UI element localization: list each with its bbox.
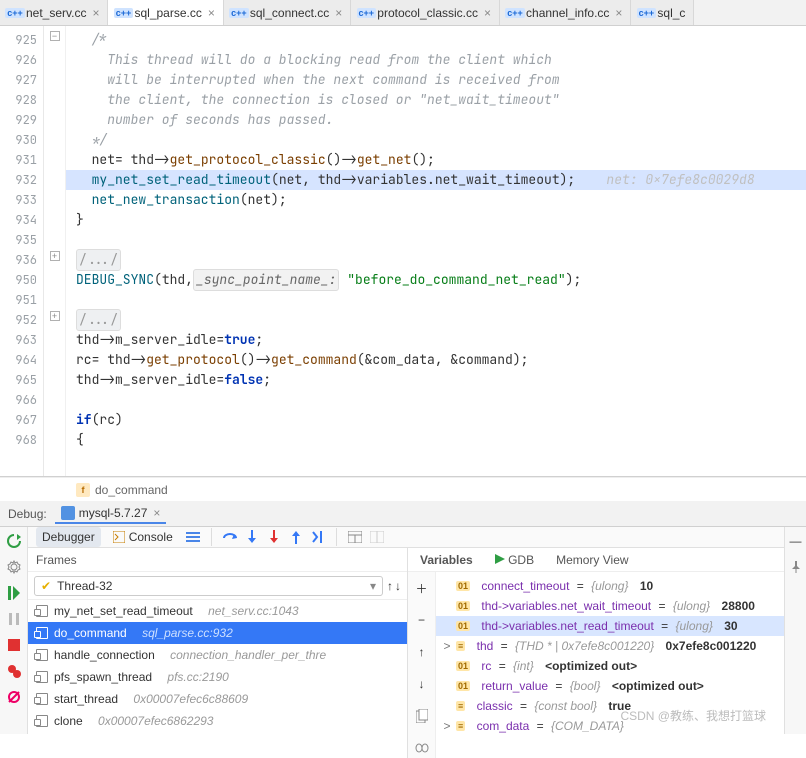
tab-memory-view[interactable]: Memory View <box>552 551 632 569</box>
frames-pane: Frames ✔ Thread-32 ▾ ↑ ↓ my_net_set_read… <box>28 548 408 758</box>
prev-frame-icon[interactable]: ↑ <box>387 576 393 596</box>
stack-frame[interactable]: start_thread 0x00007efec6c88609 <box>28 688 407 710</box>
tab-console[interactable]: Console <box>107 527 179 547</box>
fold-icon[interactable]: + <box>50 251 60 261</box>
copy-icon[interactable] <box>416 706 428 726</box>
fold-icon[interactable]: + <box>50 311 60 321</box>
pin-icon[interactable] <box>788 559 804 575</box>
tab-sql-c[interactable]: c++sql_c <box>631 0 694 25</box>
cpp-icon: c++ <box>229 8 249 18</box>
close-icon[interactable]: × <box>92 6 99 20</box>
tab-gdb[interactable]: GDB <box>491 551 538 569</box>
fold-icon[interactable]: − <box>50 31 60 41</box>
variable-list[interactable]: 01 connect_timeout = {ulong} 10 01 thd->… <box>436 572 784 758</box>
cpp-icon: c++ <box>637 8 657 18</box>
line-number-gutter: 9259269279289299309319329339349359369509… <box>0 26 44 476</box>
breadcrumb-item[interactable]: do_command <box>95 483 168 497</box>
close-icon[interactable]: × <box>615 6 622 20</box>
move-up-icon[interactable]: ↑ <box>419 642 425 662</box>
breadcrumb[interactable]: f do_command <box>0 477 806 501</box>
cpp-icon: c++ <box>357 8 377 18</box>
step-out-icon[interactable] <box>288 529 304 545</box>
threads-icon[interactable] <box>185 529 201 545</box>
frame-list[interactable]: my_net_set_read_timeout net_serv.cc:1043… <box>28 600 407 758</box>
inline-hint: net: 0x7efe8c0029d8 <box>606 170 754 190</box>
run-config-icon <box>61 506 75 520</box>
next-frame-icon[interactable]: ↓ <box>395 576 401 596</box>
tab-channel-info[interactable]: c++channel_info.cc× <box>500 0 631 25</box>
stack-frame[interactable]: handle_connection connection_handler_per… <box>28 644 407 666</box>
debug-toolwindow-header: Debug: mysql-5.7.27 × <box>0 501 806 527</box>
variable-row[interactable]: >≡ thd = {THD * | 0x7efe8c001220} 0x7efe… <box>436 636 784 656</box>
move-down-icon[interactable]: ↓ <box>419 674 425 694</box>
tab-debugger[interactable]: Debugger <box>36 527 101 547</box>
frame-icon <box>36 671 48 683</box>
code-area[interactable]: /* This thread will do a blocking read f… <box>66 26 806 476</box>
stack-frame[interactable]: do_command sql_parse.cc:932 <box>28 622 407 644</box>
console-icon <box>113 531 125 543</box>
variable-row[interactable]: >≡ com_data = {COM_DATA} <box>436 716 784 736</box>
cpp-icon: c++ <box>505 8 525 18</box>
remove-watch-icon[interactable]: − <box>418 610 425 630</box>
variable-row[interactable]: 01 thd->variables.net_read_timeout = {ul… <box>436 616 784 636</box>
debug-panel: Debugger Console Frames ✔ Thread-32 <box>0 527 806 734</box>
debug-left-toolbar <box>0 527 28 734</box>
tab-variables[interactable]: Variables <box>416 551 477 569</box>
tab-protocol-classic[interactable]: c++protocol_classic.cc× <box>351 0 500 25</box>
frame-icon <box>36 649 48 661</box>
settings-icon[interactable] <box>6 559 22 575</box>
cpp-icon: c++ <box>114 8 134 18</box>
evaluate-icon[interactable] <box>347 529 363 545</box>
tab-sql-connect[interactable]: c++sql_connect.cc× <box>224 0 351 25</box>
variable-row[interactable]: 01 return_value = {bool} <optimized out> <box>436 676 784 696</box>
resume-icon[interactable] <box>6 585 22 601</box>
close-icon[interactable]: × <box>335 6 342 20</box>
layout-icon[interactable] <box>369 529 385 545</box>
debug-right-toolbar: — <box>784 527 806 734</box>
step-into-icon[interactable] <box>244 529 260 545</box>
editor-tabs: c++net_serv.cc× c++sql_parse.cc× c++sql_… <box>0 0 806 26</box>
stop-icon[interactable] <box>6 637 22 653</box>
variable-row[interactable]: 01 thd->variables.net_wait_timeout = {ul… <box>436 596 784 616</box>
chevron-down-icon: ▾ <box>370 579 376 593</box>
tab-sql-parse[interactable]: c++sql_parse.cc× <box>108 0 223 25</box>
tab-net-serv[interactable]: c++net_serv.cc× <box>0 0 108 25</box>
stack-frame[interactable]: my_net_set_read_timeout net_serv.cc:1043 <box>28 600 407 622</box>
fold-gutter: − + + <box>44 26 66 476</box>
stack-frame[interactable]: pfs_spawn_thread pfs.cc:2190 <box>28 666 407 688</box>
view-breakpoints-icon[interactable] <box>6 663 22 679</box>
variables-pane: Variables GDB Memory View ＋ − ↑ ↓ 01 con… <box>408 548 784 758</box>
cpp-icon: c++ <box>5 8 25 18</box>
frame-icon <box>36 715 48 727</box>
variables-toolbar: ＋ − ↑ ↓ <box>408 572 436 758</box>
mute-breakpoints-icon[interactable] <box>6 689 22 705</box>
frame-icon <box>36 605 48 617</box>
variable-row[interactable]: 01 connect_timeout = {ulong} 10 <box>436 576 784 596</box>
close-icon[interactable]: × <box>153 506 160 520</box>
check-icon: ✔ <box>41 579 51 593</box>
variable-row[interactable]: ≡ classic = {const bool} true <box>436 696 784 716</box>
run-to-cursor-icon[interactable] <box>310 529 326 545</box>
stack-frame[interactable]: clone 0x00007efec6862293 <box>28 710 407 732</box>
pause-icon[interactable] <box>6 611 22 627</box>
debug-label: Debug: <box>8 507 47 521</box>
run-configuration[interactable]: mysql-5.7.27 × <box>55 504 167 524</box>
debug-toolbar: Debugger Console <box>28 527 784 548</box>
close-icon[interactable]: × <box>208 6 215 20</box>
add-watch-icon[interactable]: ＋ <box>415 578 427 598</box>
function-icon: f <box>76 483 90 497</box>
frame-icon <box>36 627 48 639</box>
gdb-icon <box>495 554 505 564</box>
rerun-icon[interactable] <box>6 533 22 549</box>
frames-title: Frames <box>28 548 407 572</box>
thread-selector[interactable]: ✔ Thread-32 ▾ <box>34 576 383 596</box>
variable-row[interactable]: 01 rc = {int} <optimized out> <box>436 656 784 676</box>
frame-icon <box>36 693 48 705</box>
close-icon[interactable]: × <box>484 6 491 20</box>
show-watches-icon[interactable] <box>415 738 429 758</box>
step-over-icon[interactable] <box>222 529 238 545</box>
hide-icon[interactable]: — <box>788 533 804 549</box>
code-editor[interactable]: 9259269279289299309319329339349359369509… <box>0 26 806 477</box>
force-step-into-icon[interactable] <box>266 529 282 545</box>
